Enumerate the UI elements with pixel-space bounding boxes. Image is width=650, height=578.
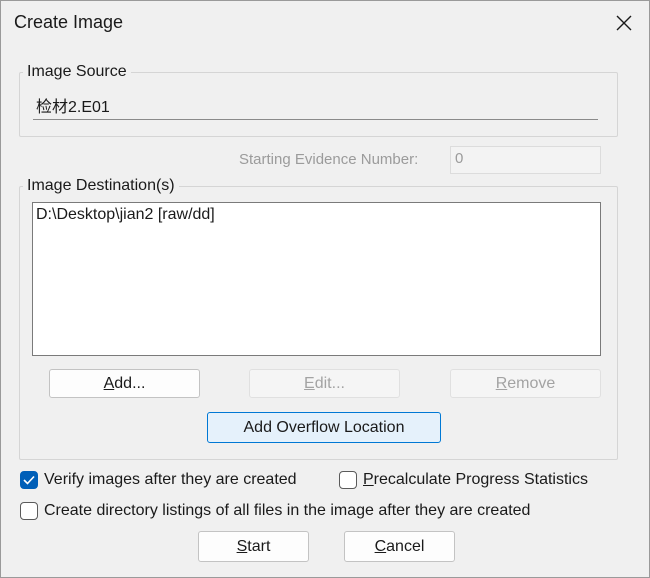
add-button-label: Add... — [103, 374, 146, 392]
verify-images-label: Verify images after they are created — [44, 471, 297, 488]
verify-images-checkbox[interactable] — [20, 471, 38, 489]
starting-evidence-number-field: 0 — [450, 146, 601, 174]
remove-button-label: Remove — [495, 374, 556, 392]
starting-evidence-number-label: Starting Evidence Number: — [239, 151, 419, 168]
directory-listings-checkbox[interactable] — [20, 502, 38, 520]
image-source-field: 检材2.E01 — [33, 90, 598, 120]
title-bar: Create Image — [1, 1, 649, 45]
edit-button[interactable]: Edit... — [249, 369, 400, 398]
directory-listings-option[interactable]: Create directory listings of all files i… — [20, 502, 530, 520]
verify-images-option[interactable]: Verify images after they are created — [20, 471, 297, 489]
edit-button-label: Edit... — [304, 374, 345, 392]
add-overflow-location-button[interactable]: Add Overflow Location — [207, 412, 441, 443]
cancel-button-label: Cancel — [374, 537, 425, 555]
dialog-title: Create Image — [14, 12, 124, 32]
precalculate-progress-option[interactable]: Precalculate Progress Statistics — [339, 471, 588, 489]
remove-button[interactable]: Remove — [450, 369, 601, 398]
checkmark-icon — [23, 475, 35, 485]
directory-listings-label: Create directory listings of all files i… — [44, 502, 531, 519]
image-destination-label: Image Destination(s) — [23, 177, 179, 195]
add-overflow-location-label: Add Overflow Location — [243, 418, 405, 436]
list-item[interactable]: D:\Desktop\jian2 [raw/dd] — [36, 206, 597, 224]
destination-list[interactable]: D:\Desktop\jian2 [raw/dd] — [32, 202, 601, 356]
precalculate-progress-checkbox[interactable] — [339, 471, 357, 489]
create-image-dialog: Create Image Image Source 检材2.E01 Starti… — [0, 0, 650, 578]
image-source-label: Image Source — [23, 63, 131, 81]
start-button[interactable]: Start — [198, 531, 309, 562]
start-button-label: Start — [236, 537, 271, 555]
close-icon — [616, 15, 632, 31]
close-button[interactable] — [601, 1, 647, 45]
add-button[interactable]: Add... — [49, 369, 200, 398]
precalculate-progress-label: Precalculate Progress Statistics — [363, 471, 588, 488]
cancel-button[interactable]: Cancel — [344, 531, 455, 562]
